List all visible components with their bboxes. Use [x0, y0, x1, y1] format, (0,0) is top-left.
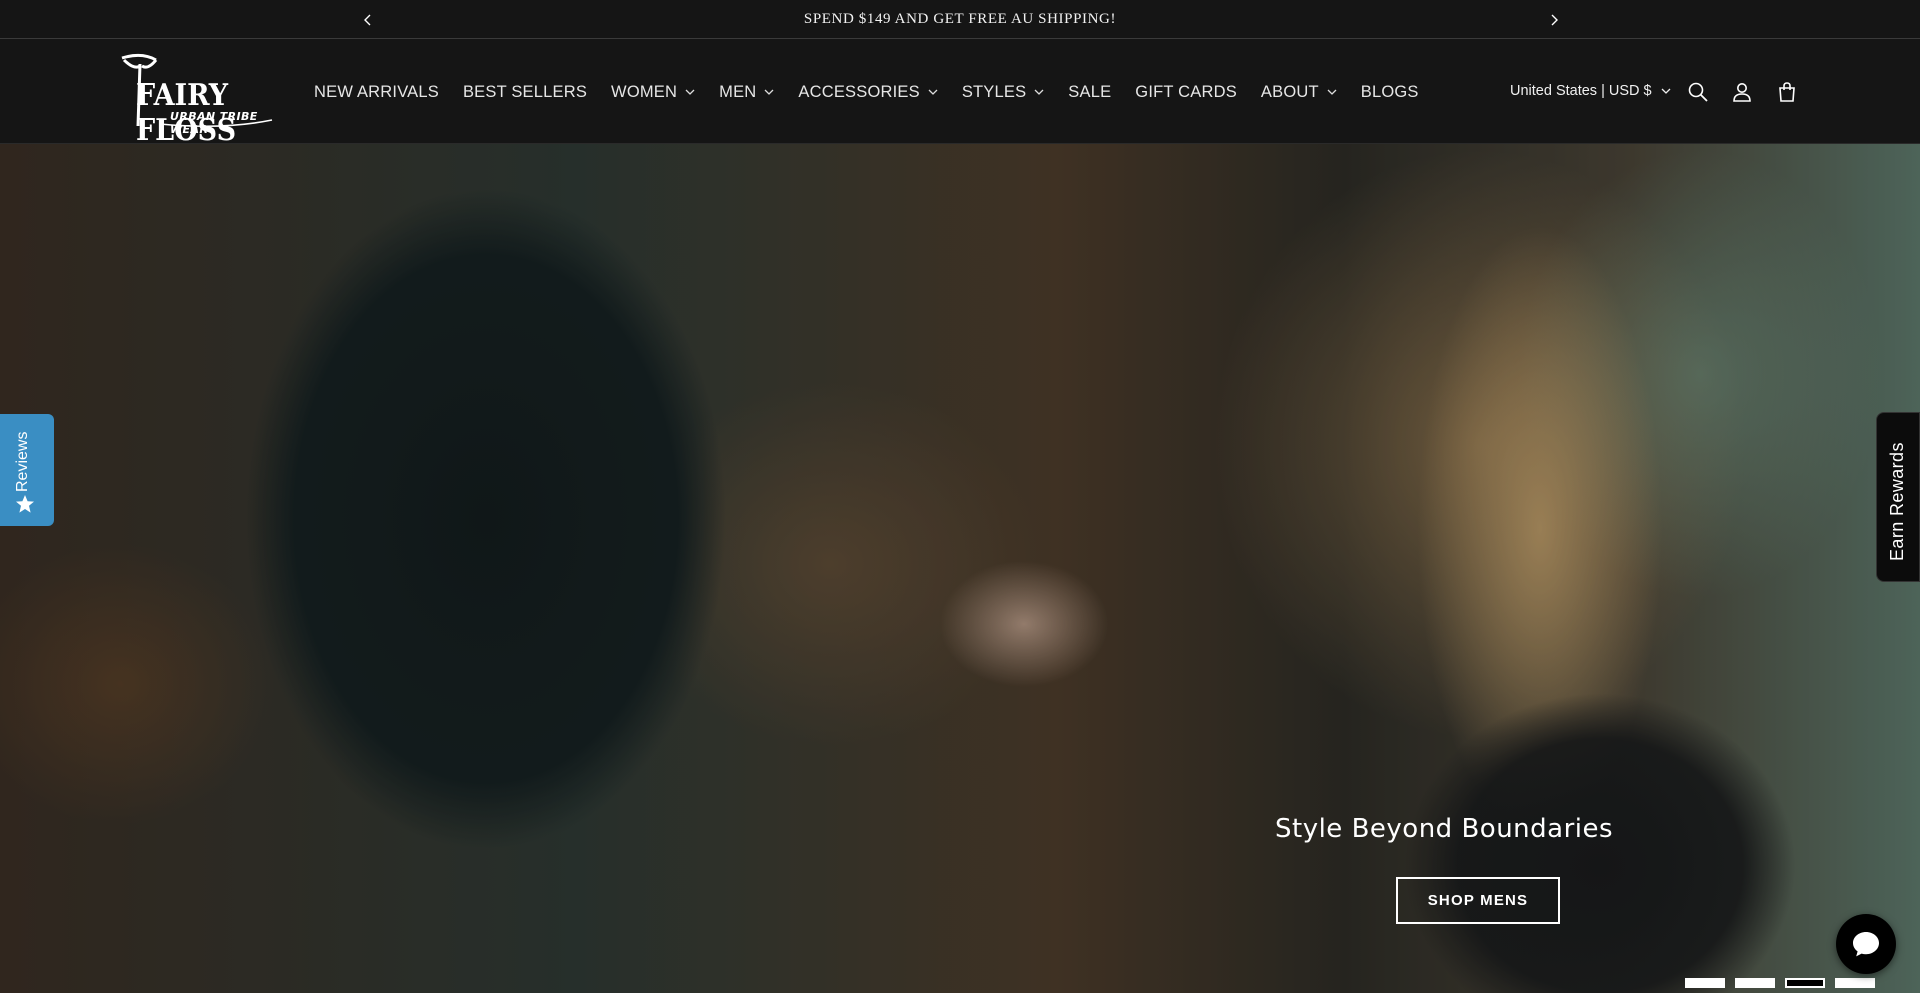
nav-item-accessories[interactable]: ACCESSORIES: [786, 72, 949, 112]
nav-item-blogs[interactable]: BLOGS: [1349, 72, 1431, 112]
nav-item-about[interactable]: ABOUT: [1249, 72, 1349, 112]
nav-item-men[interactable]: MEN: [707, 72, 786, 112]
announcement-next-button[interactable]: [1534, 0, 1573, 39]
chevron-down-icon: [928, 89, 938, 95]
chevron-down-icon: [1661, 88, 1671, 94]
chevron-down-icon: [764, 89, 774, 95]
slider-dot-4[interactable]: [1835, 978, 1875, 988]
nav-item-label: GIFT CARDS: [1135, 82, 1237, 101]
nav-item-label: NEW ARRIVALS: [314, 82, 439, 101]
slider-dots: [1685, 978, 1875, 988]
chevron-down-icon: [1034, 89, 1044, 95]
nav-item-label: ACCESSORIES: [798, 82, 920, 101]
account-icon: [1733, 83, 1751, 102]
nav-item-label: WOMEN: [611, 82, 678, 101]
cart-button[interactable]: [1771, 76, 1803, 108]
earn-rewards-tab[interactable]: Earn Rewards: [1876, 412, 1920, 582]
chevron-down-icon: [1327, 89, 1337, 95]
logo[interactable]: FAIRY FLOSS URBAN TRIBE WEAR: [112, 52, 277, 148]
nav-item-label: SALE: [1068, 82, 1112, 101]
nav-item-gift-cards[interactable]: GIFT CARDS: [1123, 72, 1249, 112]
logo-subtitle: URBAN TRIBE WEAR: [170, 110, 258, 136]
search-button[interactable]: [1682, 76, 1714, 108]
shop-mens-button[interactable]: SHOP MENS: [1396, 877, 1560, 924]
chevron-left-icon: [363, 14, 370, 25]
chevron-right-icon: [1551, 14, 1558, 25]
nav-item-styles[interactable]: STYLES: [950, 72, 1056, 112]
hero-banner: Style Beyond Boundaries SHOP MENS: [0, 144, 1920, 993]
slider-dot-2[interactable]: [1735, 978, 1775, 988]
announcement-prev-button[interactable]: [348, 0, 387, 39]
reviews-tab-label: Reviews: [14, 431, 31, 492]
announcement-text: SPEND $149 AND GET FREE AU SHIPPING!: [803, 10, 1117, 27]
account-button[interactable]: [1726, 76, 1758, 108]
chat-button[interactable]: [1836, 914, 1896, 974]
chevron-down-icon: [685, 89, 695, 95]
main-nav: NEW ARRIVALS BEST SELLERS WOMEN MEN ACCE…: [302, 40, 1431, 144]
reviews-tab[interactable]: Reviews: [0, 414, 54, 526]
cart-icon: [1779, 82, 1795, 102]
nav-item-new-arrivals[interactable]: NEW ARRIVALS: [302, 72, 451, 112]
nav-item-best-sellers[interactable]: BEST SELLERS: [451, 72, 599, 112]
chat-icon: [1853, 932, 1879, 957]
slider-dot-3[interactable]: [1785, 978, 1825, 988]
nav-item-label: BLOGS: [1360, 82, 1419, 101]
nav-item-women[interactable]: WOMEN: [599, 72, 707, 112]
search-icon: [1688, 82, 1708, 102]
hero-overlay: [0, 144, 1920, 993]
locale-label: United States | USD $: [1510, 83, 1652, 99]
hero-heading: Style Beyond Boundaries: [1275, 814, 1614, 844]
nav-item-label: STYLES: [961, 82, 1027, 101]
nav-item-label: MEN: [719, 82, 757, 101]
slider-dot-1[interactable]: [1685, 978, 1725, 988]
site-header: FAIRY FLOSS URBAN TRIBE WEAR NEW ARRIVAL…: [0, 40, 1920, 148]
locale-selector[interactable]: United States | USD $: [1510, 71, 1671, 111]
nav-item-label: BEST SELLERS: [462, 82, 588, 101]
earn-rewards-label: Earn Rewards: [1887, 442, 1907, 561]
nav-item-label: ABOUT: [1260, 82, 1319, 101]
nav-item-sale[interactable]: SALE: [1056, 72, 1123, 112]
star-icon: [16, 495, 34, 513]
announcement-bar: SPEND $149 AND GET FREE AU SHIPPING!: [0, 0, 1920, 39]
